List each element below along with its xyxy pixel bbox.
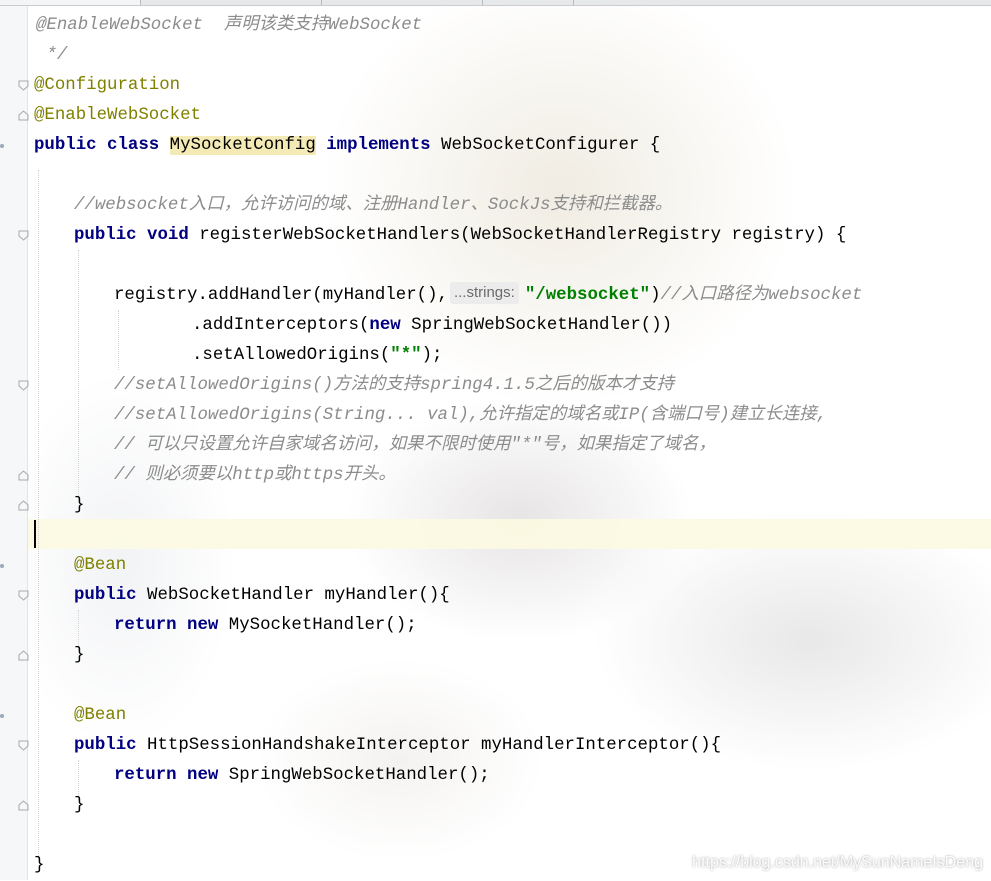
class-name[interactable]: MySocketConfig [169,136,316,155]
code-line-26[interactable]: return new SpringWebSocketHandler(); [114,761,490,791]
current-line-highlight [28,519,991,549]
keyword: public void [74,226,200,245]
code-text: MySocketHandler(); [218,616,417,635]
code-text: registry.addHandler(myHandler(), [114,286,448,305]
code-line-8[interactable]: public void registerWebSocketHandlers(We… [74,221,846,251]
code-line-13[interactable]: //setAllowedOrigins()方法的支持spring4.1.5之后的… [114,371,674,401]
code-line-3[interactable]: @Configuration [34,71,180,101]
editor-tab-active[interactable] [0,0,141,5]
keyword: public class [34,136,170,155]
fold-collapse-icon[interactable] [18,740,29,751]
code-line-27[interactable]: } [74,791,84,821]
code-line-7[interactable]: //websocket入口，允许访问的域、注册Handler、SockJs支持和… [74,191,672,221]
code-line-4[interactable]: @EnableWebSocket [34,101,201,131]
indent-guide [38,170,39,860]
code-line-20[interactable]: public WebSocketHandler myHandler(){ [74,581,450,611]
implements-marker-icon[interactable] [0,144,4,148]
code-text: HttpSessionHandshakeInterceptor myHandle… [136,736,722,755]
fold-end-icon[interactable] [18,110,29,121]
code-line-19[interactable]: @Bean [74,551,126,581]
watermark: https://blog.csdn.net/MySunNameIsDeng [692,854,983,871]
code-text: WebSocketConfigurer { [430,136,661,155]
code-text: ); [421,346,443,365]
bean-marker-icon[interactable] [0,564,4,568]
code-line-24[interactable]: @Bean [74,701,126,731]
code-line-21[interactable]: return new MySocketHandler(); [114,611,417,641]
editor-tab[interactable] [141,0,322,5]
keyword: implements [326,136,431,155]
code-line-2[interactable]: */ [36,41,67,71]
code-line-22[interactable]: } [74,641,84,671]
fold-collapse-icon[interactable] [18,230,29,241]
code-line-11[interactable]: .addInterceptors(new SpringWebSocketHand… [192,311,672,341]
code-text: .setAllowedOrigins( [192,346,391,365]
keyword: public [74,586,137,605]
code-line-25[interactable]: public HttpSessionHandshakeInterceptor m… [74,731,721,761]
code-text: .addInterceptors( [192,316,370,335]
code-line-12[interactable]: .setAllowedOrigins("*"); [192,341,442,371]
editor-tab-bar[interactable] [0,0,991,6]
keyword: return new [114,766,219,785]
fold-collapse-icon[interactable] [18,380,29,391]
keyword: public [74,736,137,755]
fold-end-icon[interactable] [18,470,29,481]
code-line-10[interactable]: registry.addHandler(myHandler(), ...strin… [114,281,862,311]
editor-tab[interactable] [322,0,483,5]
code-text: registerWebSocketHandlers(WebSocketHandl… [199,226,847,245]
fold-end-icon[interactable] [18,500,29,511]
code-line-1[interactable]: @EnableWebSocket 声明该类支持WebSocket [36,11,422,41]
parameter-hint: ...strings: [449,282,519,304]
indent-guide [78,250,79,500]
code-text: SpringWebSocketHandler(); [218,766,490,785]
code-line-5[interactable]: public class MySocketConfig implements W… [34,131,660,161]
code-text: WebSocketHandler myHandler(){ [136,586,450,605]
code-text: ) [650,286,661,305]
string-literal: "/websocket" [524,286,651,305]
fold-collapse-icon[interactable] [18,80,29,91]
editor-tab[interactable] [483,0,574,5]
bean-marker-icon[interactable] [0,714,4,718]
code-line-17[interactable]: } [74,491,84,521]
inline-comment: //入口路径为websocket [660,286,863,305]
string-literal: "*" [390,346,422,365]
indent-guide [118,310,119,370]
code-line-29[interactable]: } [34,851,44,881]
text-caret [34,520,36,548]
code-line-14[interactable]: //setAllowedOrigins(String... val),允许指定的… [114,401,827,431]
fold-collapse-icon[interactable] [18,590,29,601]
code-text: SpringWebSocketHandler()) [400,316,673,335]
keyword: return new [114,616,219,635]
fold-end-icon[interactable] [18,650,29,661]
fold-end-icon[interactable] [18,800,29,811]
code-line-15[interactable]: // 可以只设置允许自家域名访问，如果不限时使用"*"号，如果指定了域名， [114,431,716,461]
keyword: new [369,316,401,335]
code-line-16[interactable]: // 则必须要以http或https开头。 [114,461,396,491]
